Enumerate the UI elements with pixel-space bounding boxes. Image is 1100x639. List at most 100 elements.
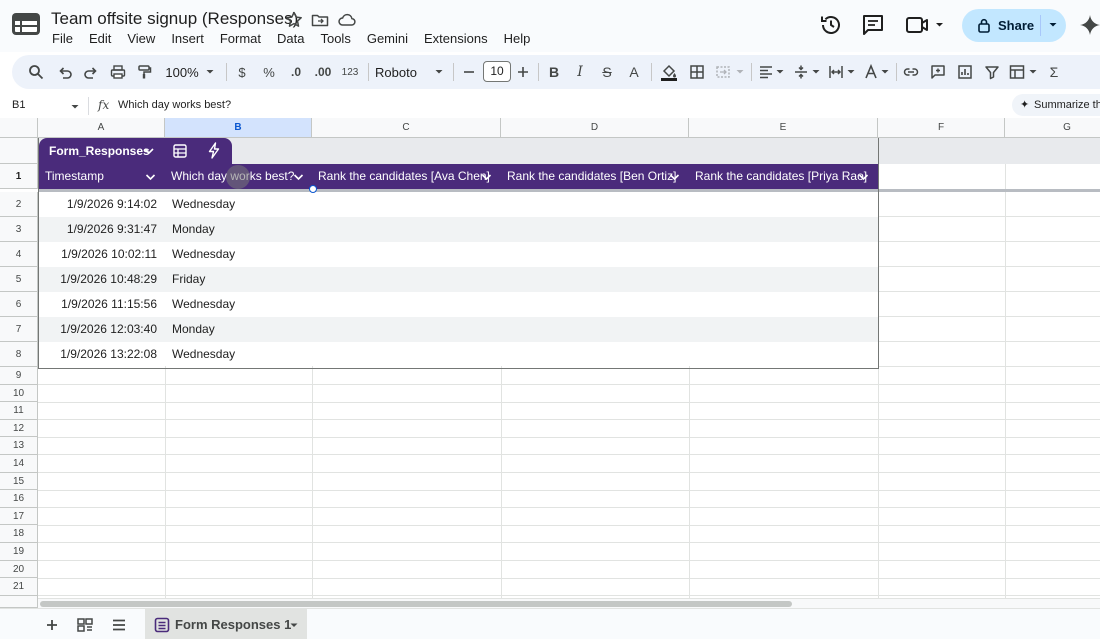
row-header-21[interactable]: 21 bbox=[0, 578, 38, 596]
fill-color-icon[interactable] bbox=[660, 62, 678, 82]
borders-icon[interactable] bbox=[689, 62, 705, 82]
star-icon[interactable] bbox=[284, 10, 304, 30]
meet-video-icon[interactable] bbox=[905, 14, 947, 36]
merge-cells-icon[interactable] bbox=[715, 62, 731, 82]
column-header-e[interactable]: E bbox=[689, 118, 878, 138]
spreadsheet-grid[interactable]: A B C D E F G 1 2 3 4 5 6 7 8 9 10 11 12… bbox=[0, 118, 1100, 608]
zoom-chevron-down-icon[interactable] bbox=[205, 62, 215, 82]
cloud-saved-icon[interactable] bbox=[337, 10, 357, 30]
filter-views-chevron-down-icon[interactable] bbox=[1028, 62, 1038, 82]
table-header-cell[interactable]: Rank the candidates [Ben Ortiz] bbox=[501, 164, 689, 189]
name-box[interactable]: B1 bbox=[12, 99, 25, 111]
menu-tools[interactable]: Tools bbox=[312, 30, 358, 48]
table-row[interactable]: 1/9/2026 13:22:08 Wednesday bbox=[39, 342, 878, 367]
cell-day[interactable]: Friday bbox=[165, 267, 205, 292]
rotation-chevron-down-icon[interactable] bbox=[880, 62, 890, 82]
text-rotation-icon[interactable] bbox=[863, 62, 879, 82]
column-menu-chevron-down-icon[interactable] bbox=[669, 173, 680, 181]
cell-timestamp[interactable]: 1/9/2026 10:02:11 bbox=[39, 242, 164, 267]
cell-timestamp[interactable]: 1/9/2026 11:15:56 bbox=[39, 292, 164, 317]
sheet-list-menu-icon[interactable] bbox=[110, 617, 128, 633]
version-history-icon[interactable] bbox=[818, 12, 844, 38]
undo-icon[interactable] bbox=[57, 62, 73, 82]
share-button[interactable]: Share bbox=[962, 9, 1066, 42]
column-menu-chevron-down-icon[interactable] bbox=[293, 173, 304, 181]
row-header-20[interactable]: 20 bbox=[0, 560, 38, 579]
column-header-a[interactable]: A bbox=[38, 118, 165, 138]
column-header-c[interactable]: C bbox=[312, 118, 501, 138]
table-name-chip[interactable]: Form_Responses bbox=[39, 138, 232, 165]
search-menus-icon[interactable] bbox=[28, 62, 44, 82]
formula-input[interactable]: Which day works best? bbox=[118, 99, 231, 111]
horizontal-scrollbar-thumb[interactable] bbox=[40, 601, 792, 607]
menu-format[interactable]: Format bbox=[212, 30, 269, 48]
sheet-tab-chevron-down-icon[interactable] bbox=[289, 622, 299, 630]
text-color-button[interactable]: A bbox=[626, 62, 642, 82]
menu-file[interactable]: File bbox=[44, 30, 81, 48]
font-chevron-down-icon[interactable] bbox=[434, 62, 444, 82]
row-header-13[interactable]: 13 bbox=[0, 437, 38, 455]
table-row[interactable]: 1/9/2026 10:48:29 Friday bbox=[39, 267, 878, 292]
column-menu-chevron-down-icon[interactable] bbox=[858, 173, 869, 181]
gemini-spark-icon[interactable] bbox=[1078, 13, 1100, 37]
cell-timestamp[interactable]: 1/9/2026 10:48:29 bbox=[39, 267, 164, 292]
redo-icon[interactable] bbox=[83, 62, 99, 82]
all-sheets-icon[interactable] bbox=[76, 617, 94, 633]
wrap-chevron-down-icon[interactable] bbox=[846, 62, 856, 82]
cell-timestamp[interactable]: 1/9/2026 9:31:47 bbox=[39, 217, 164, 242]
summarize-chip[interactable]: ✦ Summarize th bbox=[1012, 94, 1100, 116]
table-row[interactable]: 1/9/2026 9:14:02 Wednesday bbox=[39, 192, 878, 217]
document-title[interactable]: Team offsite signup (Responses) bbox=[51, 9, 298, 29]
sheets-logo-icon[interactable] bbox=[11, 11, 41, 37]
menu-help[interactable]: Help bbox=[496, 30, 539, 48]
horizontal-align-icon[interactable] bbox=[758, 62, 774, 82]
chevron-down-icon[interactable] bbox=[1048, 20, 1058, 30]
table-header-cell[interactable]: Rank the candidates [Priya Rao] bbox=[689, 164, 878, 189]
table-row[interactable]: 1/9/2026 10:02:11 Wednesday bbox=[39, 242, 878, 267]
comments-icon[interactable] bbox=[860, 12, 886, 38]
horizontal-scrollbar[interactable] bbox=[38, 598, 1100, 608]
font-family-select[interactable]: Roboto bbox=[375, 62, 425, 82]
table-menu-chevron-down-icon[interactable] bbox=[143, 146, 155, 156]
column-header-f[interactable]: F bbox=[878, 118, 1005, 138]
cell-timestamp[interactable]: 1/9/2026 9:14:02 bbox=[39, 192, 164, 217]
merge-chevron-down-icon[interactable] bbox=[735, 62, 745, 82]
paint-format-icon[interactable] bbox=[136, 62, 152, 82]
column-header-g[interactable]: G bbox=[1005, 118, 1100, 138]
menu-insert[interactable]: Insert bbox=[163, 30, 212, 48]
column-menu-chevron-down-icon[interactable] bbox=[145, 173, 156, 181]
cell-day[interactable]: Monday bbox=[165, 217, 215, 242]
row-header-17[interactable]: 17 bbox=[0, 507, 38, 526]
insert-link-icon[interactable] bbox=[903, 62, 919, 82]
filter-icon[interactable] bbox=[984, 62, 1000, 82]
strikethrough-button[interactable]: S bbox=[599, 62, 615, 82]
functions-button[interactable]: Σ bbox=[1046, 62, 1062, 82]
select-all-corner[interactable] bbox=[0, 118, 38, 138]
table-view-icon[interactable] bbox=[172, 143, 188, 159]
row-header-3[interactable]: 3 bbox=[0, 217, 38, 242]
column-menu-chevron-down-icon[interactable] bbox=[481, 173, 492, 181]
menu-edit[interactable]: Edit bbox=[81, 30, 119, 48]
row-header-1[interactable]: 1 bbox=[0, 164, 38, 189]
filter-views-icon[interactable] bbox=[1009, 62, 1027, 82]
row-header-7[interactable]: 7 bbox=[0, 317, 38, 342]
zoom-select[interactable]: 100% bbox=[164, 62, 200, 82]
row-header-18[interactable]: 18 bbox=[0, 525, 38, 543]
column-header-d[interactable]: D bbox=[501, 118, 689, 138]
row-header-8[interactable]: 8 bbox=[0, 342, 38, 367]
table-header-cell[interactable]: Timestamp bbox=[39, 164, 165, 189]
text-wrapping-icon[interactable] bbox=[828, 62, 844, 82]
move-to-folder-icon[interactable] bbox=[310, 10, 330, 30]
row-header-16[interactable]: 16 bbox=[0, 490, 38, 508]
table-row[interactable]: 1/9/2026 11:15:56 Wednesday bbox=[39, 292, 878, 317]
decrease-font-size-icon[interactable] bbox=[462, 62, 476, 82]
add-sheet-icon[interactable] bbox=[43, 617, 61, 633]
decrease-decimal-button[interactable]: .0 bbox=[286, 62, 306, 82]
row-header-12[interactable]: 12 bbox=[0, 419, 38, 438]
cell-day[interactable]: Wednesday bbox=[165, 342, 235, 367]
row-header-11[interactable]: 11 bbox=[0, 402, 38, 420]
lightning-bolt-icon[interactable] bbox=[207, 142, 221, 159]
valign-chevron-down-icon[interactable] bbox=[811, 62, 821, 82]
cell-day[interactable]: Monday bbox=[165, 317, 215, 342]
table-row[interactable]: 1/9/2026 12:03:40 Monday bbox=[39, 317, 878, 342]
